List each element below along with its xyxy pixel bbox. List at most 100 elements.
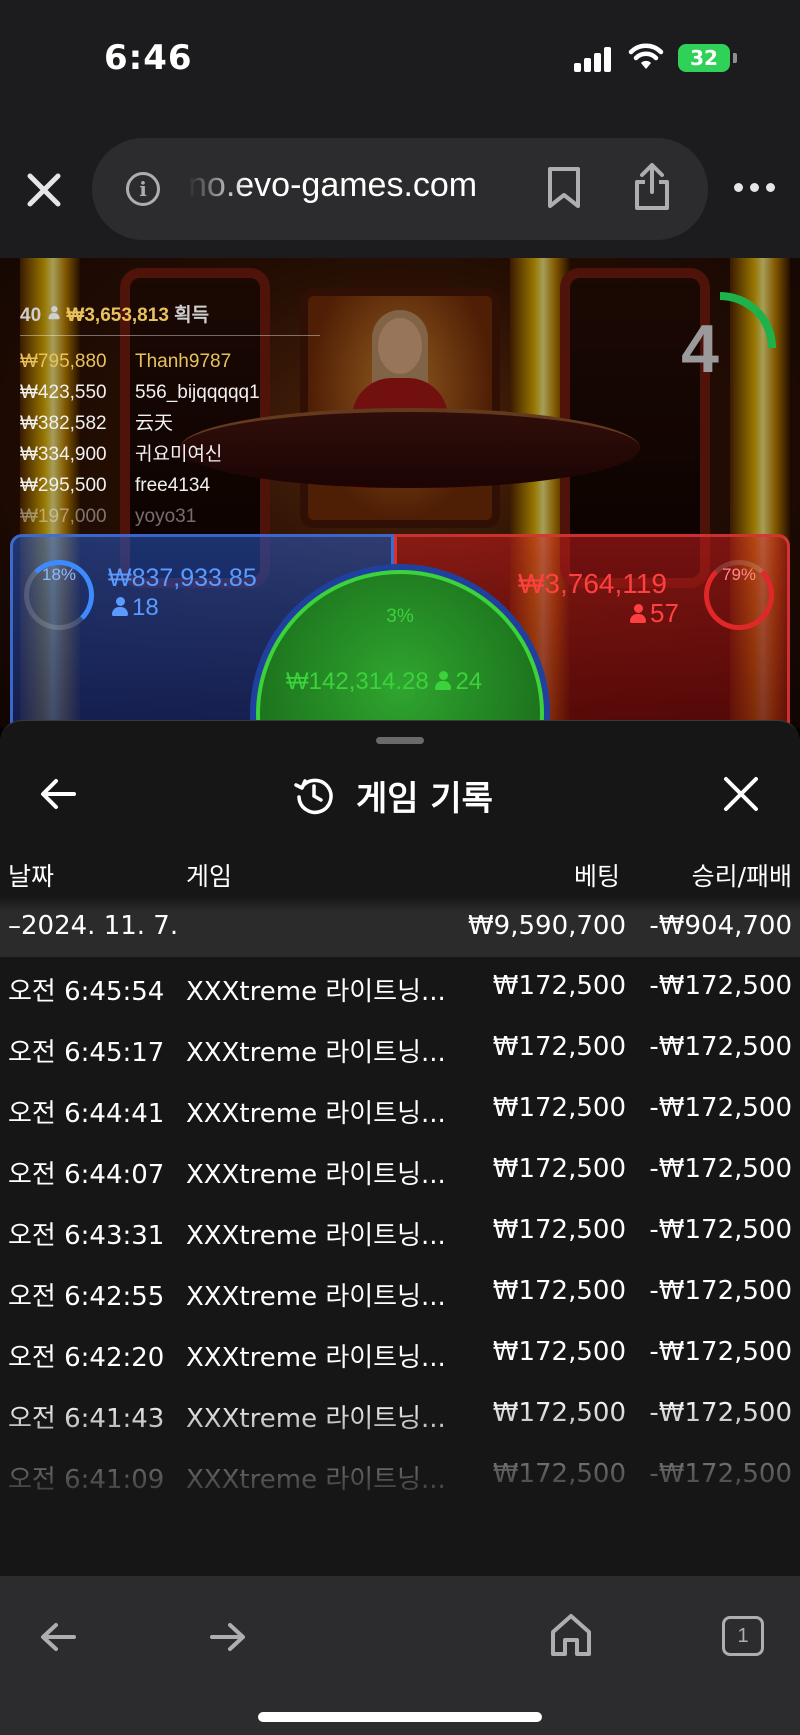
sheet-title: 게임 기록 xyxy=(356,779,493,819)
leaderboard-row: ₩334,900 귀요미여신 xyxy=(20,439,320,470)
status-bar: 6:46 32 xyxy=(0,0,800,120)
history-icon xyxy=(294,778,333,815)
row-time: 오전 6:44:07 xyxy=(8,1160,165,1190)
history-row[interactable]: 오전 6:42:55 XXXtreme 라이트닝... ₩172,500 -₩172,… xyxy=(0,1262,800,1323)
banker-bettor-count: 57 xyxy=(630,598,679,629)
leaderboard-amount: ₩197,000 xyxy=(20,506,107,527)
leaderboard-amount: ₩382,582 xyxy=(20,413,107,434)
history-row[interactable]: 오전 6:41:43 XXXtreme 라이트닝... ₩172,500 -₩172,… xyxy=(0,1384,800,1445)
row-game: XXXtreme 라이트닝... xyxy=(186,1160,446,1190)
person-icon xyxy=(48,306,61,320)
share-icon[interactable] xyxy=(632,162,672,212)
row-time: 오전 6:41:43 xyxy=(8,1404,165,1434)
leaderboard-amount: ₩295,500 xyxy=(20,475,107,496)
column-header-bet: 베팅 xyxy=(573,862,620,891)
status-time: 6:46 xyxy=(104,38,193,78)
row-game: XXXtreme 라이트닝... xyxy=(186,1099,446,1129)
row-result: -₩172,500 xyxy=(649,1032,792,1062)
row-game: XXXtreme 라이트닝... xyxy=(186,1465,446,1495)
summary-date: –2024. 11. 7. xyxy=(8,911,179,941)
history-row[interactable]: 오전 6:44:07 XXXtreme 라이트닝... ₩172,500 -₩172,… xyxy=(0,1140,800,1201)
history-list: 오전 6:45:54 XXXtreme 라이트닝... ₩172,500 -₩172,… xyxy=(0,957,800,1556)
history-row[interactable]: 오전 6:40:29 XXXtreme 라이트닝... ₩172,500 -₩172,… xyxy=(0,1506,800,1567)
player-bet-total: ₩837,933.85 xyxy=(108,564,257,592)
back-arrow-icon[interactable] xyxy=(38,777,78,811)
history-row[interactable]: 오전 6:43:31 XXXtreme 라이트닝... ₩172,500 -₩172,… xyxy=(0,1201,800,1262)
player-percent: 18% xyxy=(24,560,94,630)
more-options-icon[interactable] xyxy=(734,178,776,198)
url-field[interactable]: i no.evo-games.com xyxy=(92,138,708,240)
history-row[interactable]: 오전 6:45:54 XXXtreme 라이트닝... ₩172,500 -₩172,… xyxy=(0,957,800,1018)
row-time: 오전 6:42:20 xyxy=(8,1343,165,1373)
history-row[interactable]: 오전 6:41:09 XXXtreme 라이트닝... ₩172,500 -₩172,… xyxy=(0,1445,800,1506)
leaderboard-player-name: yoyo31 xyxy=(135,506,197,527)
leaderboard-amount: ₩423,550 xyxy=(20,382,107,403)
leaderboard-player-name: 云天 xyxy=(135,413,174,434)
person-icon xyxy=(435,671,452,691)
close-icon[interactable] xyxy=(24,170,64,210)
row-game: XXXtreme 라이트닝... xyxy=(186,1282,446,1312)
game-history-sheet: 게임 기록 날짜 게임 베팅 승리/패배 –2024. 11. 7. ₩9,59… xyxy=(0,720,800,1576)
banker-bet-total: ₩3,764,119 xyxy=(518,568,667,599)
row-game: XXXtreme 라이트닝... xyxy=(186,1038,446,1068)
close-icon[interactable] xyxy=(722,775,760,813)
home-indicator[interactable] xyxy=(258,1712,542,1722)
leaderboard-row: ₩295,500 free4134 xyxy=(20,470,320,501)
forward-icon[interactable] xyxy=(208,1620,248,1654)
row-result: -₩172,500 xyxy=(649,971,792,1001)
leaderboard-player-name: free4134 xyxy=(135,475,211,496)
leaderboard: 40 ₩3,653,813 획득 ₩795,880 Thanh9787 ₩423,5… xyxy=(20,300,320,532)
row-bet: ₩172,500 xyxy=(492,1398,626,1428)
row-time: 오전 6:42:55 xyxy=(8,1282,165,1312)
summary-bet: ₩9,590,700 xyxy=(467,911,626,941)
info-icon[interactable]: i xyxy=(126,172,160,206)
summary-result: -₩904,700 xyxy=(649,911,792,941)
date-summary-row[interactable]: –2024. 11. 7. ₩9,590,700 -₩904,700 xyxy=(0,897,800,957)
row-result: -₩172,500 xyxy=(649,1459,792,1489)
leaderboard-row: ₩382,582 云天 xyxy=(20,408,320,439)
row-time: 오전 6:41:09 xyxy=(8,1465,165,1495)
person-icon xyxy=(630,604,646,624)
row-bet: ₩172,500 xyxy=(492,1154,626,1184)
row-time: 오전 6:43:31 xyxy=(8,1221,165,1251)
sheet-header: 게임 기록 xyxy=(0,761,800,831)
tabs-button[interactable]: 1 xyxy=(722,1616,764,1656)
row-result: -₩172,500 xyxy=(649,1337,792,1367)
countdown-timer: 4 xyxy=(681,311,719,387)
column-header-game: 게임 xyxy=(186,862,233,891)
history-row[interactable]: 오전 6:45:17 XXXtreme 라이트닝... ₩172,500 -₩172,… xyxy=(0,1018,800,1079)
browser-address-bar: i no.evo-games.com xyxy=(0,120,800,258)
row-game: XXXtreme 라이트닝... xyxy=(186,1404,446,1434)
leaderboard-row: ₩795,880 Thanh9787 xyxy=(20,346,320,377)
player-count: 40 xyxy=(20,305,42,326)
tie-percent: 3% xyxy=(386,606,414,627)
person-icon xyxy=(112,597,128,617)
row-game: XXXtreme 라이트닝... xyxy=(186,1221,446,1251)
bookmark-icon[interactable] xyxy=(546,166,582,210)
column-header-result: 승리/패배 xyxy=(691,862,792,891)
back-icon[interactable] xyxy=(38,1620,78,1654)
row-bet: ₩172,500 xyxy=(492,1337,626,1367)
row-result: -₩172,500 xyxy=(649,1276,792,1306)
row-game: XXXtreme 라이트닝... xyxy=(186,1526,446,1556)
row-bet: ₩172,500 xyxy=(492,1520,626,1550)
row-time: 오전 6:44:41 xyxy=(8,1099,165,1129)
sheet-grabber[interactable] xyxy=(376,737,424,744)
banker-percent: 79% xyxy=(704,560,774,630)
row-game: XXXtreme 라이트닝... xyxy=(186,977,446,1007)
row-time: 오전 6:40:29 xyxy=(8,1526,165,1556)
row-bet: ₩172,500 xyxy=(492,971,626,1001)
url-text[interactable]: no.evo-games.com xyxy=(188,166,608,205)
row-result: -₩172,500 xyxy=(649,1520,792,1550)
leaderboard-row: ₩197,000 yoyo31 xyxy=(20,501,320,532)
row-result: -₩172,500 xyxy=(649,1154,792,1184)
row-time: 오전 6:45:54 xyxy=(8,977,165,1007)
leaderboard-player-name: 귀요미여신 xyxy=(135,444,223,465)
home-icon[interactable] xyxy=(548,1612,594,1658)
row-bet: ₩172,500 xyxy=(492,1215,626,1245)
total-winnings: ₩3,653,813 xyxy=(66,305,169,326)
row-bet: ₩172,500 xyxy=(492,1276,626,1306)
history-row[interactable]: 오전 6:44:41 XXXtreme 라이트닝... ₩172,500 -₩172,… xyxy=(0,1079,800,1140)
cellular-signal-icon xyxy=(574,46,614,72)
history-row[interactable]: 오전 6:42:20 XXXtreme 라이트닝... ₩172,500 -₩172,… xyxy=(0,1323,800,1384)
